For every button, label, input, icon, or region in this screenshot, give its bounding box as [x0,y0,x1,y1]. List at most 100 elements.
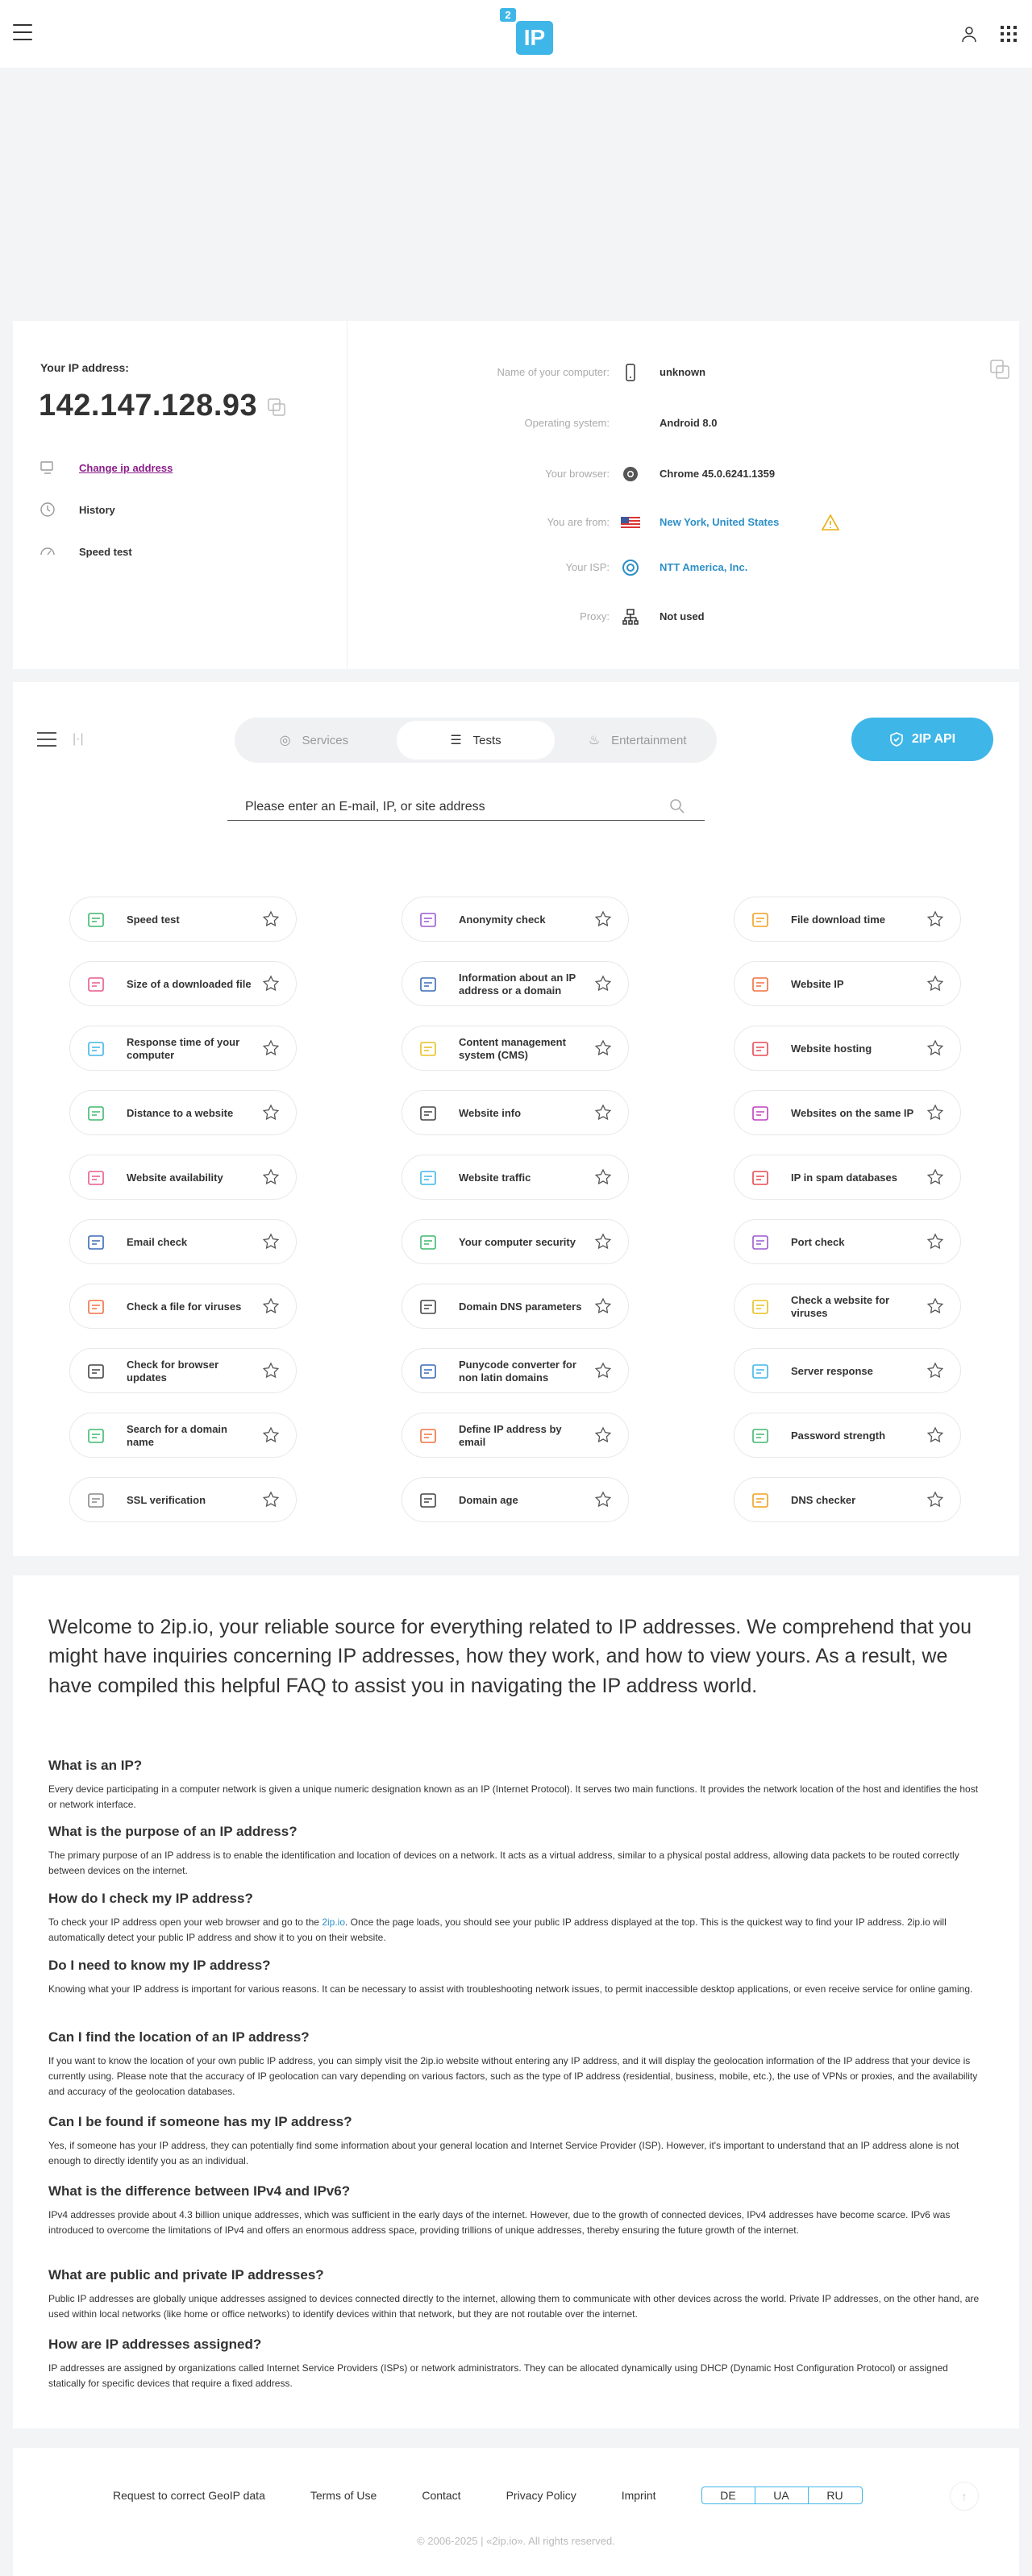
tab-entertainment[interactable]: ♨ Entertainment [558,718,717,763]
footer-link-geoip[interactable]: Request to correct GeoIP data [113,2489,265,2502]
tool-item[interactable]: Password strength [734,1413,961,1458]
star-icon[interactable] [926,1491,944,1509]
star-icon[interactable] [594,1039,612,1057]
tab-tests[interactable]: ☰ Tests [396,721,556,759]
copy-icon[interactable] [266,397,287,418]
tool-item[interactable]: Website IP [734,961,961,1006]
scroll-top-icon[interactable]: ↑ [950,2482,979,2511]
tool-item[interactable]: Website traffic [402,1155,629,1200]
star-icon[interactable] [594,1168,612,1186]
tool-item[interactable]: Anonymity check [402,897,629,942]
tool-item[interactable]: Domain age [402,1477,629,1522]
isp-value[interactable]: NTT America, Inc. [660,561,747,573]
star-icon[interactable] [262,910,280,928]
tool-item[interactable]: Website availability [69,1155,297,1200]
star-icon[interactable] [594,1233,612,1251]
tool-icon [88,1493,104,1508]
tool-item[interactable]: Domain DNS parameters [402,1284,629,1329]
star-icon[interactable] [262,1168,280,1186]
faq-answer: If you want to know the location of your… [48,2055,978,2098]
speed-test-link[interactable]: Speed test [39,542,132,561]
tool-icon [88,1042,104,1056]
star-icon[interactable] [262,975,280,993]
star-icon[interactable] [926,1362,944,1380]
user-icon[interactable] [959,24,979,44]
star-icon[interactable] [594,1426,612,1444]
star-icon[interactable] [926,1426,944,1444]
faq-item: What is the purpose of an IP address? Th… [48,1824,984,1879]
star-icon[interactable] [926,910,944,928]
change-ip-link[interactable]: Change ip address [39,458,173,477]
tool-item[interactable]: Check a website for viruses [734,1284,961,1329]
star-icon[interactable] [262,1297,280,1315]
tool-item[interactable]: IP in spam databases [734,1155,961,1200]
lang-de[interactable]: DE [702,2487,755,2503]
list-view-icon[interactable] [37,732,56,747]
star-icon[interactable] [926,1168,944,1186]
footer-link-contact[interactable]: Contact [422,2489,460,2502]
star-icon[interactable] [594,910,612,928]
tool-item[interactable]: DNS checker [734,1477,961,1522]
tool-label: File download time [791,913,886,926]
tool-item[interactable]: Define IP address by email [402,1413,629,1458]
history-label: History [79,503,115,516]
search-input[interactable] [227,795,663,819]
star-icon[interactable] [262,1491,280,1509]
tool-item[interactable]: Check for browser updates [69,1348,297,1393]
tool-icon [420,1429,436,1443]
star-icon[interactable] [262,1426,280,1444]
star-icon[interactable] [926,975,944,993]
tool-icon [420,1042,436,1056]
star-icon[interactable] [594,1491,612,1509]
tool-item[interactable]: Size of a downloaded file [69,961,297,1006]
tool-item[interactable]: Websites on the same IP [734,1090,961,1135]
star-icon[interactable] [594,1104,612,1122]
tool-label: Website availability [127,1171,223,1184]
tool-item[interactable]: Content management system (CMS) [402,1026,629,1071]
site-link[interactable]: 2ip.io [322,1916,345,1928]
lang-ua[interactable]: UA [755,2487,809,2503]
history-link[interactable]: History [39,500,115,519]
star-icon[interactable] [262,1233,280,1251]
tool-label: Domain age [459,1494,518,1507]
warning-icon[interactable] [821,513,840,532]
footer-link-imprint[interactable]: Imprint [622,2489,656,2502]
search-icon[interactable] [669,798,685,814]
star-icon[interactable] [926,1039,944,1057]
tool-item[interactable]: Response time of your computer [69,1026,297,1071]
star-icon[interactable] [594,1297,612,1315]
star-icon[interactable] [594,1362,612,1380]
tool-item[interactable]: Website info [402,1090,629,1135]
apps-grid-icon[interactable] [1001,26,1017,42]
tool-item[interactable]: Email check [69,1219,297,1264]
footer-link-privacy[interactable]: Privacy Policy [506,2489,576,2502]
tool-item[interactable]: SSL verification [69,1477,297,1522]
tool-item[interactable]: Information about an IP address or a dom… [402,961,629,1006]
api-button[interactable]: 2IP API [851,718,993,761]
tool-item[interactable]: Check a file for viruses [69,1284,297,1329]
location-value[interactable]: New York, United States [660,516,779,528]
tool-item[interactable]: Distance to a website [69,1090,297,1135]
tool-item[interactable]: File download time [734,897,961,942]
footer-link-terms[interactable]: Terms of Use [310,2489,377,2502]
tool-item[interactable]: Your computer security [402,1219,629,1264]
star-icon[interactable] [262,1104,280,1122]
tool-item[interactable]: Website hosting [734,1026,961,1071]
star-icon[interactable] [926,1104,944,1122]
star-icon[interactable] [262,1362,280,1380]
star-icon[interactable] [262,1039,280,1057]
tool-item[interactable]: Punycode converter for non latin domains [402,1348,629,1393]
lang-ru[interactable]: RU [809,2487,862,2503]
tool-item[interactable]: Search for a domain name [69,1413,297,1458]
menu-icon[interactable] [13,24,32,40]
site-logo[interactable]: 2 IP [500,8,556,56]
tool-item[interactable]: Speed test [69,897,297,942]
star-icon[interactable] [926,1233,944,1251]
tab-services[interactable]: ◎ Services [235,718,393,763]
star-icon[interactable] [926,1297,944,1315]
star-icon[interactable] [594,975,612,993]
tool-item[interactable]: Server response [734,1348,961,1393]
tool-item[interactable]: Port check [734,1219,961,1264]
grid-view-icon[interactable]: |·| [73,732,90,747]
faq-answer: IP addresses are assigned by organizatio… [48,2362,948,2390]
